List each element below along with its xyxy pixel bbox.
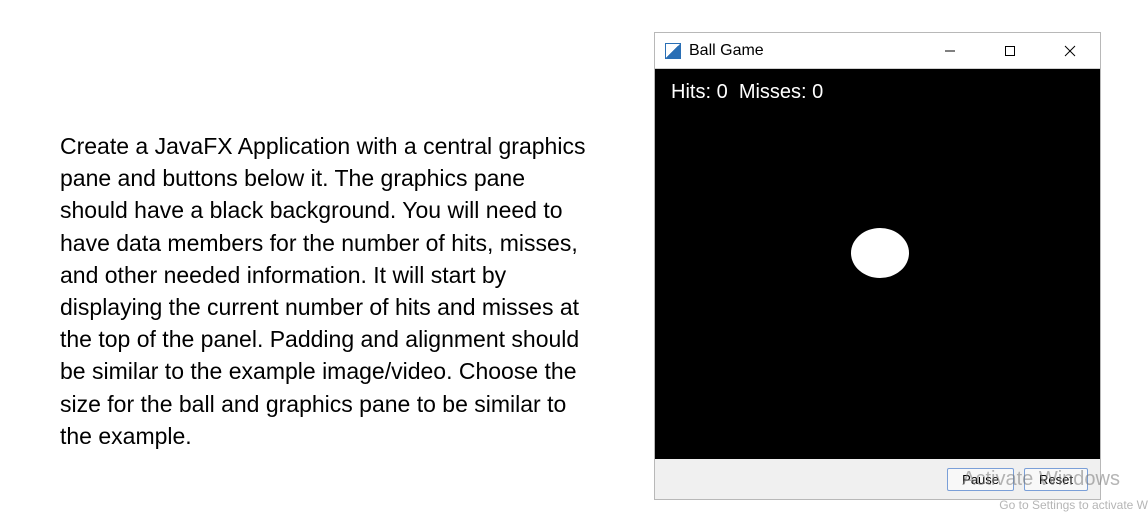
hits-value: 0	[717, 81, 728, 103]
close-icon	[1064, 45, 1076, 57]
graphics-pane[interactable]: Hits: 0 Misses: 0	[655, 69, 1100, 459]
windows-watermark-line2: Go to Settings to activate W	[999, 498, 1148, 512]
minimize-icon	[944, 45, 956, 57]
ball[interactable]	[851, 228, 909, 278]
window-title: Ball Game	[689, 42, 764, 60]
minimize-button[interactable]	[920, 33, 980, 68]
app-icon	[665, 43, 681, 59]
misses-label: Misses:	[739, 81, 807, 103]
instructions-text: Create a JavaFX Application with a centr…	[60, 130, 595, 452]
maximize-button[interactable]	[980, 33, 1040, 68]
button-bar: Pause Reset	[655, 459, 1100, 499]
app-window: Ball Game Hits: 0 Misses: 0 Pause Reset	[654, 32, 1101, 500]
close-button[interactable]	[1040, 33, 1100, 68]
misses-value: 0	[812, 81, 823, 103]
titlebar: Ball Game	[655, 33, 1100, 69]
pause-button[interactable]: Pause	[947, 468, 1014, 491]
hits-label: Hits:	[671, 81, 711, 103]
score-display: Hits: 0 Misses: 0	[671, 81, 823, 104]
maximize-icon	[1004, 45, 1016, 57]
reset-button[interactable]: Reset	[1024, 468, 1088, 491]
